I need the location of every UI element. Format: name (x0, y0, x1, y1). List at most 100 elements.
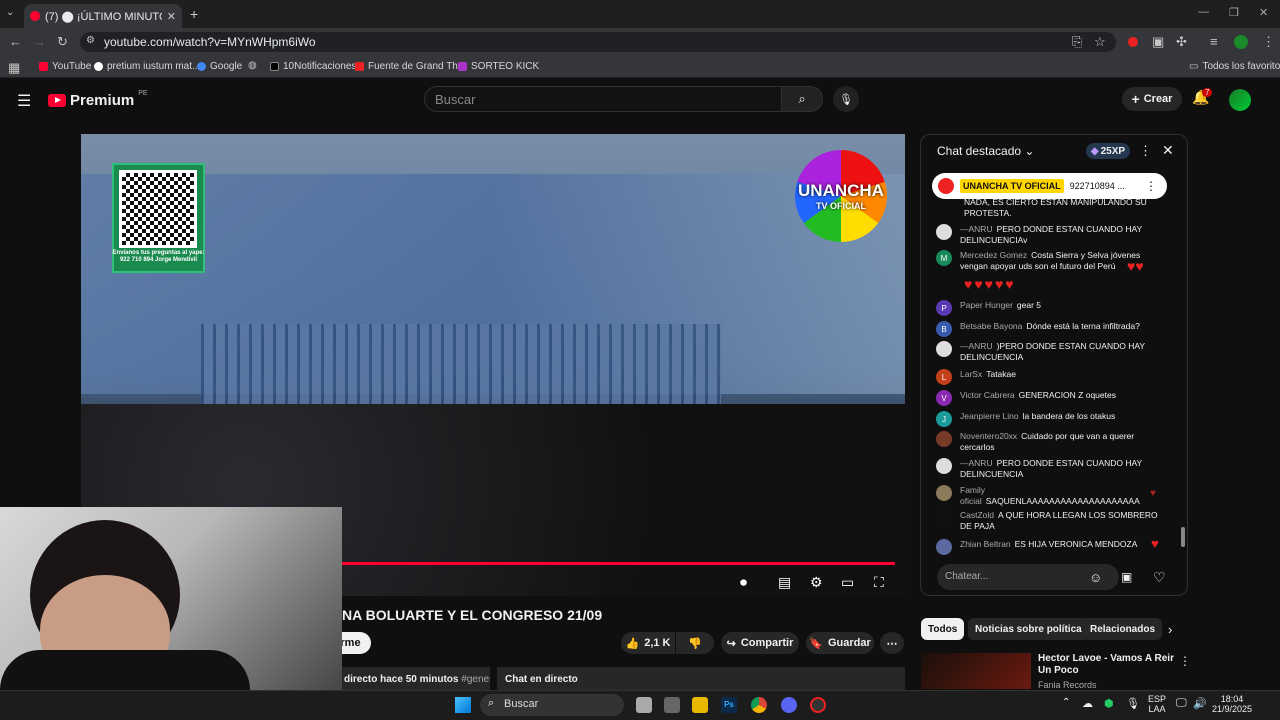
mic-icon: 🎙 (839, 93, 853, 106)
profile-avatar[interactable] (1234, 35, 1248, 49)
photoshop-icon[interactable]: Ps (721, 697, 737, 713)
theater-mode-icon[interactable]: ▭ (841, 574, 854, 591)
bookmark-fuente[interactable]: Fuente de Grand Th... (355, 61, 466, 72)
dislike-button[interactable]: 👎 (676, 632, 714, 654)
chip-politics[interactable]: Noticias sobre política (968, 618, 1089, 640)
extension-record-icon[interactable] (1128, 37, 1138, 47)
browser-menu-icon[interactable]: ⋮ (1262, 35, 1275, 48)
youtube-logo[interactable]: Premium PE (48, 90, 148, 109)
live-chat-tab[interactable]: Chat en directo (497, 667, 905, 691)
bookmark-star-icon[interactable]: ☆ (1094, 35, 1106, 48)
install-app-icon[interactable]: ⎘ (1072, 35, 1082, 48)
new-tab-button[interactable]: + (190, 6, 198, 22)
network-icon[interactable]: 🖵 (1176, 697, 1187, 710)
back-icon[interactable]: ← (9, 35, 22, 48)
chat-avatar (936, 431, 952, 447)
menu-hamburger-icon[interactable]: ☰ (17, 91, 31, 111)
restore-button[interactable]: ❐ (1229, 6, 1239, 19)
region-code: PE (138, 90, 148, 97)
bookmark-youtube[interactable]: YouTube (39, 61, 91, 72)
pinned-more-icon[interactable]: ⋮ (1145, 179, 1157, 193)
chat-message: J Jeanpierre Lino la bandera de los otakus (936, 411, 1166, 427)
chat-message: Family oficial SAQUENLAAAAAAAAAAAAAAAAAAA… (936, 485, 1166, 507)
taskbar-app-icon-2[interactable] (810, 697, 826, 713)
forward-icon[interactable]: → (33, 35, 46, 48)
address-bar[interactable]: youtube.com/watch?v=MYnWHpm6iWo (80, 32, 1116, 52)
bookmark-sorteo-kick[interactable]: SORTEO KICK (458, 61, 539, 72)
description-box[interactable]: directo hace 50 minutos #genera (342, 667, 490, 691)
volume-icon[interactable]: 🔊 (1193, 697, 1207, 710)
create-button[interactable]: + Crear (1122, 87, 1182, 111)
close-tab-icon[interactable]: ✕ (167, 10, 176, 23)
settings-gear-icon[interactable]: ⚙ (810, 574, 823, 591)
bookmark-google[interactable]: Google (197, 61, 242, 72)
all-bookmarks[interactable]: ▭ Todos los favoritos (1189, 61, 1280, 72)
reading-list-icon[interactable]: ≡ (1210, 35, 1218, 48)
apps-grid-icon[interactable]: ▦ (8, 61, 20, 74)
browser-tab[interactable]: (7) ⬤ ¡ÚLTIMO MINUTO! M ✕ (24, 4, 182, 28)
tab-list-button[interactable]: ⌄ (6, 7, 14, 18)
chat-more-icon[interactable]: ⋮ (1139, 143, 1152, 159)
like-button[interactable]: 👍 2,1 K (621, 632, 675, 654)
chat-avatar: M (936, 250, 952, 266)
tray-app-icon[interactable]: ⬢ (1104, 697, 1114, 710)
account-avatar[interactable] (1229, 89, 1251, 111)
chrome-icon[interactable] (751, 697, 767, 713)
search-button[interactable]: ⌕ (781, 86, 823, 112)
taskbar-search[interactable]: Buscar (480, 694, 624, 716)
pinned-message[interactable]: UNANCHA TV OFICIAL 922710894 ... ⋮ (932, 173, 1167, 199)
tray-chevron-icon[interactable]: ⌃ (1062, 697, 1070, 708)
chat-avatar (936, 539, 952, 555)
thumbs-up-icon: 👍 (625, 637, 640, 650)
reload-icon[interactable]: ↻ (57, 35, 68, 48)
clock[interactable]: 18:04 21/9/2025 (1212, 694, 1252, 714)
bookmark-x[interactable]: 10Notificaciones (270, 61, 356, 72)
chevron-right-icon[interactable]: › (1168, 622, 1172, 637)
taskbar-app-icon[interactable] (664, 697, 680, 713)
extensions-puzzle-icon[interactable]: ✣ (1176, 35, 1187, 48)
autoplay-toggle[interactable]: ⏺ (740, 574, 747, 591)
bookmark-pretium[interactable]: pretium iustum mat... (94, 61, 200, 72)
youtube-play-icon (48, 94, 66, 107)
chat-message: —ANRU)PERO DONDE ESTAN CUANDO HAY DELINC… (936, 341, 1166, 363)
subtitles-icon[interactable]: ▤ (778, 574, 791, 591)
minimize-button[interactable]: — (1198, 6, 1209, 18)
progress-bar[interactable] (342, 562, 895, 565)
recommended-thumbnail[interactable] (921, 653, 1031, 689)
recommended-more-icon[interactable]: ⋮ (1179, 654, 1191, 668)
close-window-button[interactable]: ✕ (1259, 6, 1268, 19)
pinned-avatar (938, 178, 954, 194)
voice-search-button[interactable]: 🎙 (833, 86, 859, 112)
extension-icon[interactable]: ▣ (1152, 35, 1164, 48)
chat-avatar: L (936, 369, 952, 385)
heart-icon: ♥ (1150, 488, 1156, 499)
fullscreen-icon[interactable]: ⛶ (874, 574, 884, 591)
file-explorer-icon[interactable] (692, 697, 708, 713)
heart-react-icon[interactable]: ♡ (1153, 569, 1166, 586)
unancha-watermark-logo: UNANCHA TV OFICIAL (795, 150, 887, 242)
super-chat-icon[interactable]: ▣ (1121, 570, 1132, 584)
recommended-title[interactable]: Hector Lavoe - Vamos A Reir Un Poco (1038, 653, 1178, 677)
chat-scrollbar[interactable] (1181, 527, 1185, 547)
chat-mode-dropdown[interactable]: Chat destacado ⌄ (937, 144, 1034, 158)
search-input[interactable]: Buscar (424, 86, 782, 112)
onedrive-icon[interactable]: ☁ (1082, 697, 1093, 710)
chat-close-icon[interactable]: ✕ (1162, 142, 1174, 159)
microphone-icon[interactable]: 🎙 (1126, 697, 1140, 710)
bookmark-globe[interactable]: ◍ (248, 61, 257, 71)
recommended-channel[interactable]: Fania Records (1038, 680, 1097, 690)
emoji-icon[interactable]: ☺ (1089, 570, 1102, 585)
start-windows-icon[interactable] (455, 697, 471, 713)
xp-badge[interactable]: ◆ 25XP (1086, 143, 1130, 159)
bookmarks-bar: ▦ YouTube pretium iustum mat... Google ◍… (0, 56, 1280, 78)
chip-related[interactable]: Relacionados (1083, 618, 1163, 640)
site-info-icon[interactable]: ⚙ (86, 36, 95, 46)
discord-icon[interactable] (781, 697, 797, 713)
chip-all[interactable]: Todos (921, 618, 965, 640)
input-language[interactable]: ESP LAA (1148, 694, 1166, 714)
share-button[interactable]: ↪ Compartir (721, 632, 799, 654)
more-actions-button[interactable]: ⋯ (880, 632, 904, 654)
task-view-icon[interactable] (636, 697, 652, 713)
chat-message: Noventero20xx Cuidado por que van a quere… (936, 431, 1166, 453)
save-button[interactable]: 🔖 Guardar (806, 632, 874, 654)
